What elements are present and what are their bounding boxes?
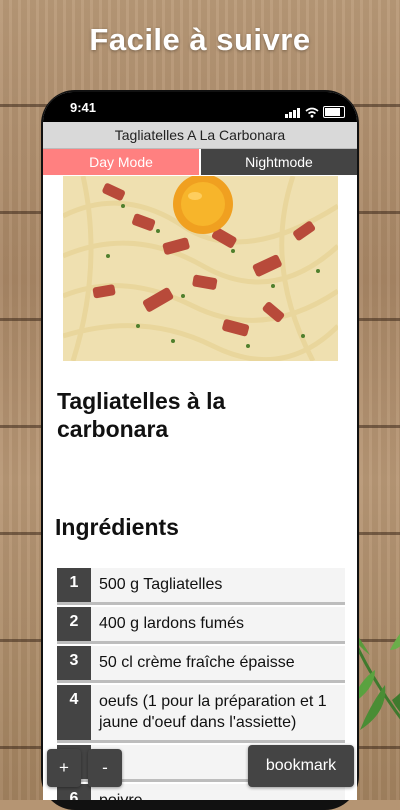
ingredient-row: 2 400 g lardons fumés [57,607,345,644]
ingredient-row: 3 50 cl crème fraîche épaisse [57,646,345,683]
ingredient-row: 4 oeufs (1 pour la préparation et 1 jaun… [57,685,345,743]
ingredient-row: 1 500 g Tagliatelles [57,568,345,605]
ingredient-number: 3 [57,646,91,680]
promo-headline: Facile à suivre [89,22,311,57]
status-time: 9:41 [70,100,97,115]
ingredient-text: 500 g Tagliatelles [99,576,223,593]
ingredient-number: 2 [57,607,91,641]
app-screen: 9:41 Tagliatelles A La Carbonara Day Mod… [43,92,357,800]
app-title: Tagliatelles A La Carbonara [43,122,357,149]
recipe-title: Tagliatelles à la carbonara [57,388,226,442]
status-icons [285,100,345,118]
ingredient-text: oeufs (1 pour la préparation et 1 jaune … [99,693,327,731]
increase-servings-button[interactable]: + [47,749,81,787]
ingredients-heading: Ingrédients [55,514,179,540]
dish-photo [63,176,338,361]
ingredient-text: 400 g lardons fumés [99,615,244,632]
ingredient-number: 4 [57,685,91,740]
wifi-icon [305,107,319,118]
decrease-servings-button[interactable]: - [88,749,122,787]
status-bar: 9:41 [43,92,357,122]
ingredient-number: 1 [57,568,91,602]
nightmode-button[interactable]: Nightmode [199,149,357,175]
battery-icon [323,106,345,118]
signal-icon [285,100,301,118]
notch [111,92,289,118]
mode-switcher: Day Mode Nightmode [43,149,357,175]
bookmark-button[interactable]: bookmark [248,745,354,787]
day-mode-button[interactable]: Day Mode [43,149,199,175]
ingredient-text: 50 cl crème fraîche épaisse [99,654,295,671]
